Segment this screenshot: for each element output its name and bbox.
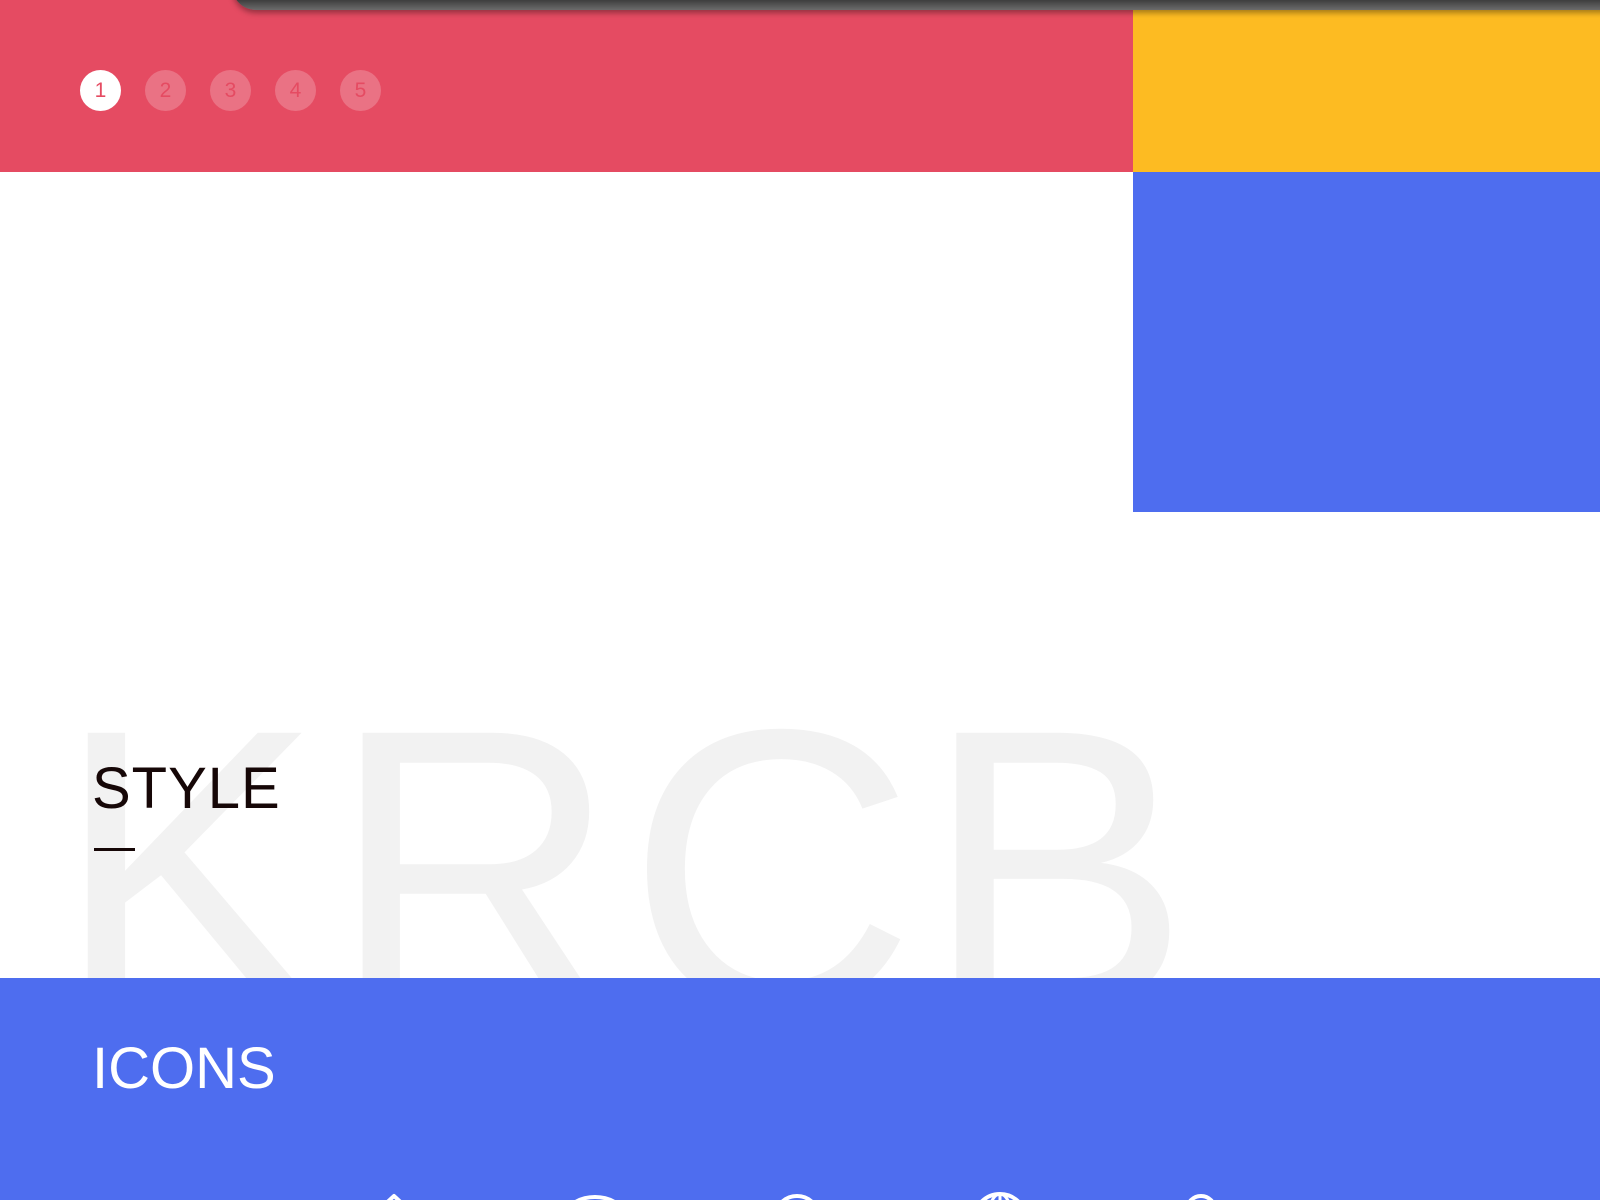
user-icon[interactable] [765,1188,829,1200]
pager-dot-1[interactable]: 1 [80,70,121,111]
device-frame-edge [232,0,1600,10]
pager-dot-3[interactable]: 3 [210,70,251,111]
globe-icon[interactable] [960,1188,1040,1200]
icons-section: ICONS [0,978,1600,1200]
icons-section-title: ICONS [92,1036,276,1101]
style-title-underline [94,848,135,851]
yellow-color-block [1133,0,1600,172]
pager-dot-2[interactable]: 2 [145,70,186,111]
blue-color-block [1133,172,1600,512]
pager-dot-5[interactable]: 5 [340,70,381,111]
pager: 1 2 3 4 5 [80,70,381,111]
style-section-title: STYLE [92,756,281,821]
header-red-block: 1 2 3 4 5 [0,0,1133,172]
location-icon[interactable] [1176,1188,1226,1200]
chat-icon[interactable] [560,1188,630,1200]
home-icon[interactable] [364,1188,424,1200]
pager-dot-4[interactable]: 4 [275,70,316,111]
